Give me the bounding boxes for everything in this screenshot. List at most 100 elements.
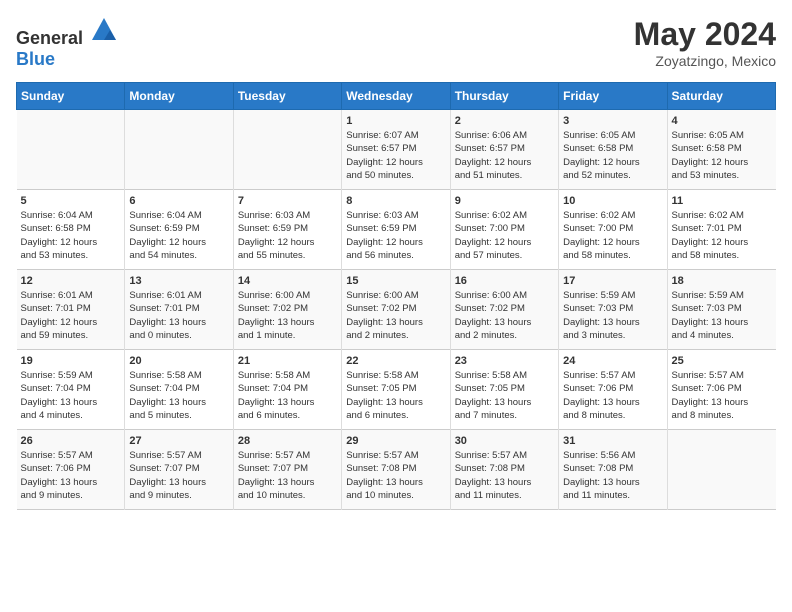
calendar-cell: 11 Sunrise: 6:02 AM Sunset: 7:01 PM Dayli… — [667, 190, 775, 270]
calendar-cell: 10Sunrise: 6:02 AM Sunset: 7:00 PM Dayli… — [559, 190, 667, 270]
calendar-cell — [17, 110, 125, 190]
calendar-week-row: 12 Sunrise: 6:01 AM Sunset: 7:01 PM Dayli… — [17, 270, 776, 350]
calendar-cell: 5 Sunrise: 6:04 AM Sunset: 6:58 PM Daylig… — [17, 190, 125, 270]
day-info: Sunrise: 6:01 AM Sunset: 7:01 PM Dayligh… — [129, 289, 228, 342]
day-info: Sunrise: 5:57 AM Sunset: 7:08 PM Dayligh… — [346, 449, 445, 502]
logo-text: General Blue — [16, 16, 118, 70]
day-number: 28 — [238, 435, 337, 447]
calendar-cell: 21 Sunrise: 5:58 AM Sunset: 7:04 PM Dayli… — [233, 350, 341, 430]
day-info: Sunrise: 5:59 AM Sunset: 7:04 PM Dayligh… — [21, 369, 121, 422]
calendar-cell — [667, 430, 775, 510]
day-info: Sunrise: 5:56 AM Sunset: 7:08 PM Dayligh… — [563, 449, 662, 502]
day-info: Sunrise: 6:07 AM Sunset: 6:57 PM Dayligh… — [346, 129, 445, 182]
day-number: 16 — [455, 275, 554, 287]
calendar-week-row: 1 Sunrise: 6:07 AM Sunset: 6:57 PM Daylig… — [17, 110, 776, 190]
day-info: Sunrise: 6:02 AM Sunset: 7:01 PM Dayligh… — [672, 209, 772, 262]
day-number: 14 — [238, 275, 337, 287]
calendar-cell: 18 Sunrise: 5:59 AM Sunset: 7:03 PM Dayli… — [667, 270, 775, 350]
calendar-cell: 20Sunrise: 5:58 AM Sunset: 7:04 PM Dayli… — [125, 350, 233, 430]
weekday-header-wednesday: Wednesday — [342, 83, 450, 110]
day-number: 18 — [672, 275, 772, 287]
page-header: General Blue May 2024 Zoyatzingo, Mexico — [16, 16, 776, 70]
day-number: 17 — [563, 275, 662, 287]
calendar-cell: 22 Sunrise: 5:58 AM Sunset: 7:05 PM Dayli… — [342, 350, 450, 430]
day-info: Sunrise: 5:57 AM Sunset: 7:08 PM Dayligh… — [455, 449, 554, 502]
calendar-cell: 2 Sunrise: 6:06 AM Sunset: 6:57 PM Daylig… — [450, 110, 558, 190]
calendar-cell: 19 Sunrise: 5:59 AM Sunset: 7:04 PM Dayli… — [17, 350, 125, 430]
calendar-cell: 6Sunrise: 6:04 AM Sunset: 6:59 PM Daylig… — [125, 190, 233, 270]
logo-blue: Blue — [16, 49, 55, 69]
calendar-week-row: 26 Sunrise: 5:57 AM Sunset: 7:06 PM Dayli… — [17, 430, 776, 510]
day-info: Sunrise: 6:00 AM Sunset: 7:02 PM Dayligh… — [238, 289, 337, 342]
day-info: Sunrise: 6:05 AM Sunset: 6:58 PM Dayligh… — [672, 129, 772, 182]
title-block: May 2024 Zoyatzingo, Mexico — [634, 16, 776, 69]
day-number: 4 — [672, 115, 772, 127]
weekday-header-thursday: Thursday — [450, 83, 558, 110]
calendar-cell: 31 Sunrise: 5:56 AM Sunset: 7:08 PM Dayli… — [559, 430, 667, 510]
day-number: 25 — [672, 355, 772, 367]
weekday-header-saturday: Saturday — [667, 83, 775, 110]
day-info: Sunrise: 5:57 AM Sunset: 7:07 PM Dayligh… — [129, 449, 228, 502]
day-info: Sunrise: 6:04 AM Sunset: 6:59 PM Dayligh… — [129, 209, 228, 262]
day-number: 26 — [21, 435, 121, 447]
calendar-cell: 14 Sunrise: 6:00 AM Sunset: 7:02 PM Dayli… — [233, 270, 341, 350]
calendar-cell: 7 Sunrise: 6:03 AM Sunset: 6:59 PM Daylig… — [233, 190, 341, 270]
day-info: Sunrise: 5:59 AM Sunset: 7:03 PM Dayligh… — [672, 289, 772, 342]
day-number: 2 — [455, 115, 554, 127]
calendar-cell: 23Sunrise: 5:58 AM Sunset: 7:05 PM Dayli… — [450, 350, 558, 430]
day-info: Sunrise: 5:57 AM Sunset: 7:06 PM Dayligh… — [21, 449, 121, 502]
calendar-cell: 30Sunrise: 5:57 AM Sunset: 7:08 PM Dayli… — [450, 430, 558, 510]
day-number: 24 — [563, 355, 662, 367]
day-info: Sunrise: 6:00 AM Sunset: 7:02 PM Dayligh… — [346, 289, 445, 342]
calendar-cell: 28 Sunrise: 5:57 AM Sunset: 7:07 PM Dayli… — [233, 430, 341, 510]
calendar-cell: 3 Sunrise: 6:05 AM Sunset: 6:58 PM Daylig… — [559, 110, 667, 190]
day-info: Sunrise: 5:57 AM Sunset: 7:06 PM Dayligh… — [563, 369, 662, 422]
day-number: 11 — [672, 195, 772, 207]
day-number: 5 — [21, 195, 121, 207]
day-info: Sunrise: 5:57 AM Sunset: 7:07 PM Dayligh… — [238, 449, 337, 502]
day-number: 22 — [346, 355, 445, 367]
day-info: Sunrise: 6:06 AM Sunset: 6:57 PM Dayligh… — [455, 129, 554, 182]
day-number: 12 — [21, 275, 121, 287]
calendar-cell: 13 Sunrise: 6:01 AM Sunset: 7:01 PM Dayli… — [125, 270, 233, 350]
month-title: May 2024 — [634, 16, 776, 53]
logo-icon — [90, 16, 118, 44]
day-number: 13 — [129, 275, 228, 287]
day-info: Sunrise: 6:04 AM Sunset: 6:58 PM Dayligh… — [21, 209, 121, 262]
day-number: 31 — [563, 435, 662, 447]
day-info: Sunrise: 6:02 AM Sunset: 7:00 PM Dayligh… — [455, 209, 554, 262]
day-number: 19 — [21, 355, 121, 367]
day-info: Sunrise: 6:02 AM Sunset: 7:00 PM Dayligh… — [563, 209, 662, 262]
calendar-cell: 1 Sunrise: 6:07 AM Sunset: 6:57 PM Daylig… — [342, 110, 450, 190]
logo: General Blue — [16, 16, 118, 70]
day-info: Sunrise: 5:58 AM Sunset: 7:05 PM Dayligh… — [455, 369, 554, 422]
weekday-header-row: SundayMondayTuesdayWednesdayThursdayFrid… — [17, 83, 776, 110]
day-info: Sunrise: 5:58 AM Sunset: 7:04 PM Dayligh… — [238, 369, 337, 422]
day-number: 29 — [346, 435, 445, 447]
day-info: Sunrise: 6:03 AM Sunset: 6:59 PM Dayligh… — [346, 209, 445, 262]
day-number: 7 — [238, 195, 337, 207]
calendar-week-row: 19 Sunrise: 5:59 AM Sunset: 7:04 PM Dayli… — [17, 350, 776, 430]
calendar-week-row: 5 Sunrise: 6:04 AM Sunset: 6:58 PM Daylig… — [17, 190, 776, 270]
location-title: Zoyatzingo, Mexico — [634, 53, 776, 69]
calendar-cell: 27 Sunrise: 5:57 AM Sunset: 7:07 PM Dayli… — [125, 430, 233, 510]
calendar-cell: 26 Sunrise: 5:57 AM Sunset: 7:06 PM Dayli… — [17, 430, 125, 510]
day-info: Sunrise: 6:03 AM Sunset: 6:59 PM Dayligh… — [238, 209, 337, 262]
day-info: Sunrise: 6:00 AM Sunset: 7:02 PM Dayligh… — [455, 289, 554, 342]
weekday-header-sunday: Sunday — [17, 83, 125, 110]
day-number: 3 — [563, 115, 662, 127]
day-info: Sunrise: 5:58 AM Sunset: 7:05 PM Dayligh… — [346, 369, 445, 422]
day-info: Sunrise: 5:57 AM Sunset: 7:06 PM Dayligh… — [672, 369, 772, 422]
day-number: 15 — [346, 275, 445, 287]
day-info: Sunrise: 5:59 AM Sunset: 7:03 PM Dayligh… — [563, 289, 662, 342]
day-number: 1 — [346, 115, 445, 127]
calendar-cell: 12Sunrise: 6:01 AM Sunset: 7:01 PM Dayli… — [17, 270, 125, 350]
day-number: 21 — [238, 355, 337, 367]
day-number: 27 — [129, 435, 228, 447]
calendar-cell: 25 Sunrise: 5:57 AM Sunset: 7:06 PM Dayli… — [667, 350, 775, 430]
logo-general: General — [16, 28, 83, 48]
calendar-cell — [125, 110, 233, 190]
day-number: 9 — [455, 195, 554, 207]
day-info: Sunrise: 6:05 AM Sunset: 6:58 PM Dayligh… — [563, 129, 662, 182]
calendar-cell: 16 Sunrise: 6:00 AM Sunset: 7:02 PM Dayli… — [450, 270, 558, 350]
